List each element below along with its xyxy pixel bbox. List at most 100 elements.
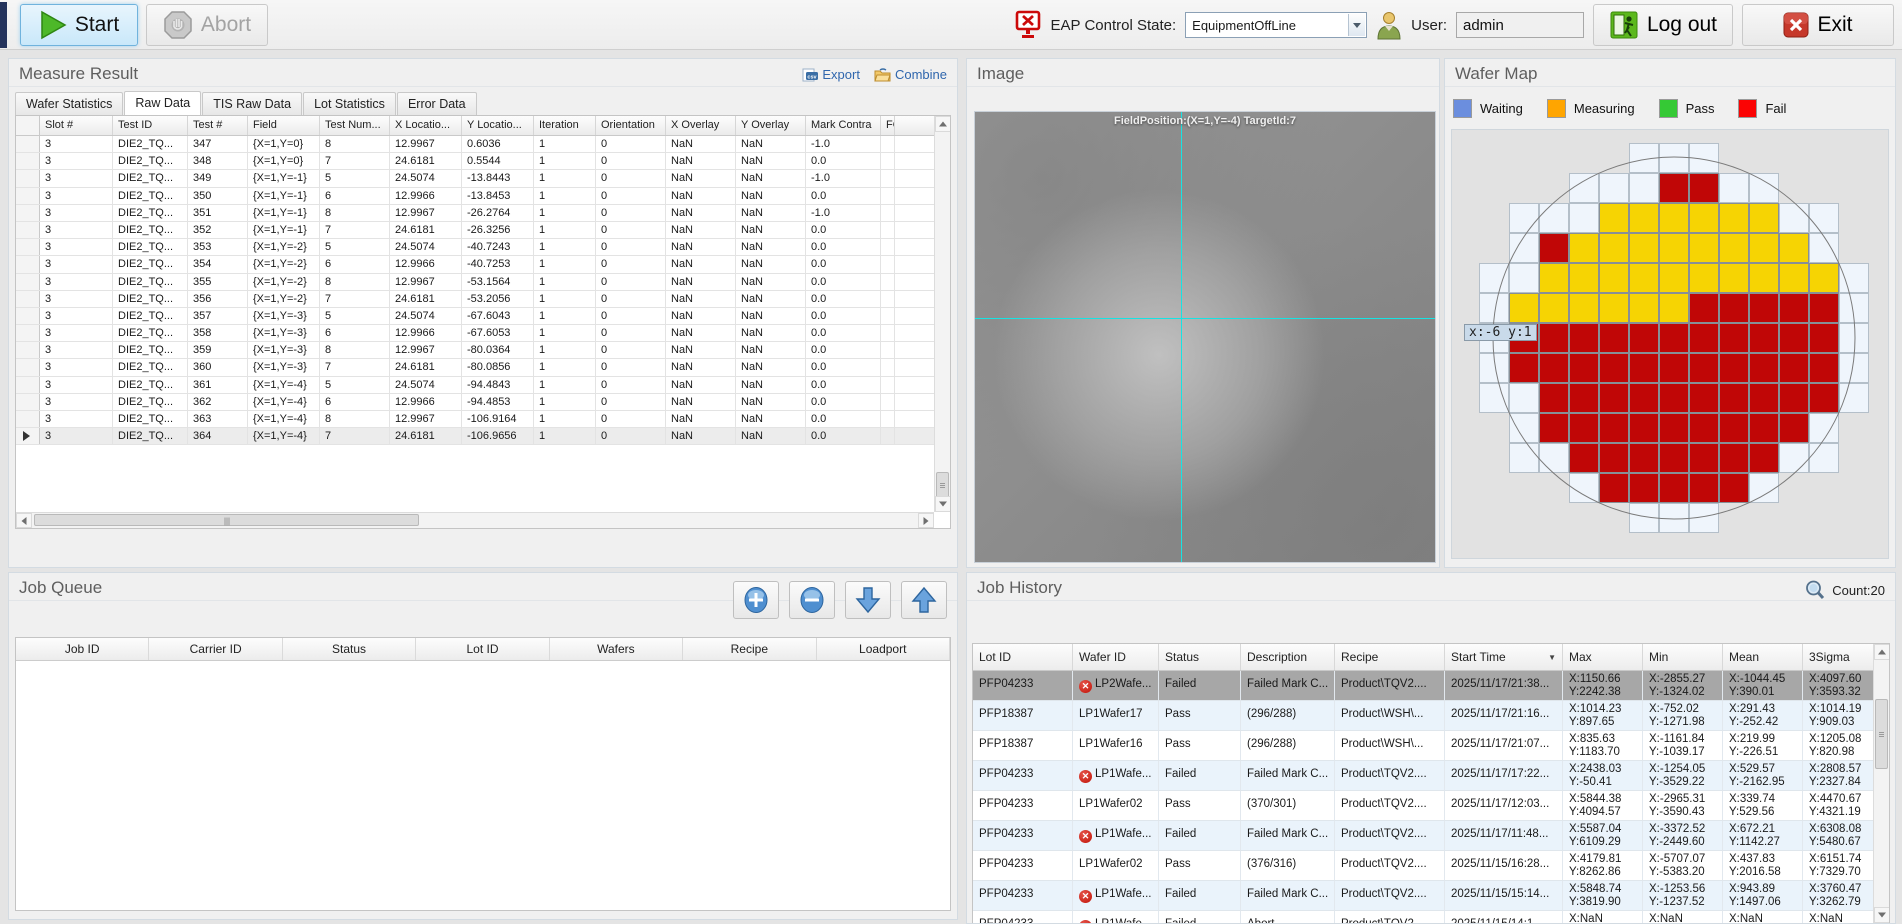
wafer-die-cell[interactable] — [1569, 443, 1599, 473]
wafer-die-cell[interactable] — [1719, 203, 1749, 233]
table-row[interactable]: 3DIE2_TQ...355{X=1,Y=-2}812.9967-53.1564… — [16, 274, 950, 291]
wafer-die-cell[interactable] — [1509, 203, 1539, 233]
wafer-die-cell[interactable] — [1659, 443, 1689, 473]
wafer-die-cell[interactable] — [1809, 413, 1839, 443]
user-input[interactable] — [1456, 12, 1584, 38]
wafer-die-cell[interactable] — [1749, 383, 1779, 413]
table-row[interactable]: PFP04233LP1Wafer02Pass(376/316)Product\T… — [973, 851, 1889, 881]
scroll-thumb[interactable] — [1875, 699, 1888, 769]
column-header[interactable]: Carrier ID — [149, 638, 282, 660]
exit-button[interactable]: Exit — [1742, 4, 1894, 46]
wafer-die-cell[interactable] — [1719, 323, 1749, 353]
vertical-scrollbar[interactable] — [934, 116, 950, 512]
scroll-right-button[interactable] — [918, 513, 934, 528]
column-header[interactable]: X Overlay — [666, 116, 736, 135]
table-row[interactable]: PFP04233✕LP1Wafe...FailedFailed Mark C..… — [973, 761, 1889, 791]
table-row[interactable]: 3DIE2_TQ...364{X=1,Y=-4}724.6181-106.965… — [16, 428, 950, 445]
table-row[interactable]: 3DIE2_TQ...363{X=1,Y=-4}812.9967-106.916… — [16, 411, 950, 428]
table-row[interactable]: 3DIE2_TQ...358{X=1,Y=-3}612.9966-67.6053… — [16, 325, 950, 342]
wafer-die-cell[interactable] — [1629, 503, 1659, 533]
start-button[interactable]: Start — [20, 4, 138, 46]
wafer-die-cell[interactable] — [1719, 293, 1749, 323]
wafer-die-cell[interactable] — [1689, 203, 1719, 233]
wafer-die-cell[interactable] — [1659, 143, 1689, 173]
column-header[interactable]: Lot ID — [416, 638, 549, 660]
wafer-die-cell[interactable] — [1569, 263, 1599, 293]
camera-image[interactable]: FieldPosition:(X=1,Y=-4) TargetId:7 — [974, 111, 1436, 563]
column-header[interactable]: Wafers — [550, 638, 683, 660]
vertical-scrollbar[interactable] — [1873, 644, 1889, 923]
column-header[interactable]: Test ID — [113, 116, 188, 135]
table-row[interactable]: 3DIE2_TQ...351{X=1,Y=-1}812.9967-26.2764… — [16, 205, 950, 222]
wafer-die-cell[interactable] — [1719, 353, 1749, 383]
wafer-die-cell[interactable] — [1809, 383, 1839, 413]
wafer-die-cell[interactable] — [1779, 203, 1809, 233]
table-row[interactable]: PFP18387LP1Wafer17Pass(296/288)Product\W… — [973, 701, 1889, 731]
wafer-die-cell[interactable] — [1719, 383, 1749, 413]
wafer-die-cell[interactable] — [1809, 233, 1839, 263]
wafer-die-cell[interactable] — [1749, 323, 1779, 353]
wafer-die-cell[interactable] — [1689, 383, 1719, 413]
wafer-die-cell[interactable] — [1689, 353, 1719, 383]
wafer-die-cell[interactable] — [1719, 233, 1749, 263]
wafer-die-cell[interactable] — [1569, 413, 1599, 443]
wafer-die-cell[interactable] — [1659, 203, 1689, 233]
wafer-die-cell[interactable] — [1629, 353, 1659, 383]
export-link[interactable]: csv Export — [802, 67, 860, 82]
wafer-die-cell[interactable] — [1539, 233, 1569, 263]
table-row[interactable]: PFP04233✕LP1Wafe...FailedFailed Mark C..… — [973, 821, 1889, 851]
wafer-die-cell[interactable] — [1719, 473, 1749, 503]
wafer-die-cell[interactable] — [1659, 293, 1689, 323]
logout-button[interactable]: Log out — [1593, 4, 1733, 46]
dropdown-arrow-icon[interactable] — [1348, 14, 1365, 36]
column-header[interactable]: X Locatio... — [390, 116, 462, 135]
column-header[interactable]: FO — [881, 116, 895, 135]
wafer-die-cell[interactable] — [1809, 323, 1839, 353]
wafer-die-cell[interactable] — [1689, 413, 1719, 443]
wafer-die-cell[interactable] — [1719, 263, 1749, 293]
wafer-die-cell[interactable] — [1779, 323, 1809, 353]
wafer-die-cell[interactable] — [1629, 383, 1659, 413]
wafer-die-cell[interactable] — [1569, 353, 1599, 383]
tab-error-data[interactable]: Error Data — [397, 92, 477, 115]
wafer-die-cell[interactable] — [1539, 203, 1569, 233]
wafer-die-cell[interactable] — [1719, 443, 1749, 473]
wafer-die-cell[interactable] — [1749, 353, 1779, 383]
move-job-up-button[interactable] — [901, 581, 947, 619]
wafer-die-cell[interactable] — [1599, 293, 1629, 323]
add-job-button[interactable] — [733, 581, 779, 619]
remove-job-button[interactable] — [789, 581, 835, 619]
table-row[interactable]: 3DIE2_TQ...361{X=1,Y=-4}524.5074-94.4843… — [16, 377, 950, 394]
table-row[interactable]: PFP04233✕LP2Wafe...FailedFailed Mark C..… — [973, 671, 1889, 701]
wafer-die-cell[interactable] — [1569, 233, 1599, 263]
wafer-die-cell[interactable] — [1719, 413, 1749, 443]
wafer-die-cell[interactable] — [1779, 443, 1809, 473]
wafer-die-cell[interactable] — [1659, 263, 1689, 293]
wafer-die-cell[interactable] — [1509, 353, 1539, 383]
scroll-up-button[interactable] — [935, 116, 951, 132]
wafer-die-cell[interactable] — [1599, 383, 1629, 413]
wafer-die-cell[interactable] — [1629, 143, 1659, 173]
wafer-die-cell[interactable] — [1629, 413, 1659, 443]
table-row[interactable]: 3DIE2_TQ...360{X=1,Y=-3}724.6181-80.0856… — [16, 359, 950, 376]
wafer-die-cell[interactable] — [1509, 293, 1539, 323]
wafer-die-cell[interactable] — [1659, 323, 1689, 353]
wafer-die-cell[interactable] — [1539, 293, 1569, 323]
wafer-die-cell[interactable] — [1599, 233, 1629, 263]
wafer-die-cell[interactable] — [1629, 203, 1659, 233]
wafer-die-cell[interactable] — [1599, 263, 1629, 293]
search-icon[interactable] — [1804, 579, 1826, 601]
wafer-die-cell[interactable] — [1749, 293, 1779, 323]
wafer-die-cell[interactable] — [1569, 203, 1599, 233]
wafer-die-cell[interactable] — [1779, 263, 1809, 293]
wafer-die-cell[interactable] — [1629, 443, 1659, 473]
wafer-die-cell[interactable] — [1689, 263, 1719, 293]
column-header[interactable]: Orientation — [596, 116, 666, 135]
column-header[interactable]: Test # — [188, 116, 248, 135]
abort-button[interactable]: Abort — [146, 4, 268, 46]
wafer-die-cell[interactable] — [1479, 353, 1509, 383]
tab-tis-raw-data[interactable]: TIS Raw Data — [202, 92, 302, 115]
table-row[interactable]: 3DIE2_TQ...347{X=1,Y=0}812.99670.603610N… — [16, 136, 950, 153]
column-header[interactable]: Max — [1563, 644, 1643, 670]
scroll-left-button[interactable] — [16, 513, 32, 528]
